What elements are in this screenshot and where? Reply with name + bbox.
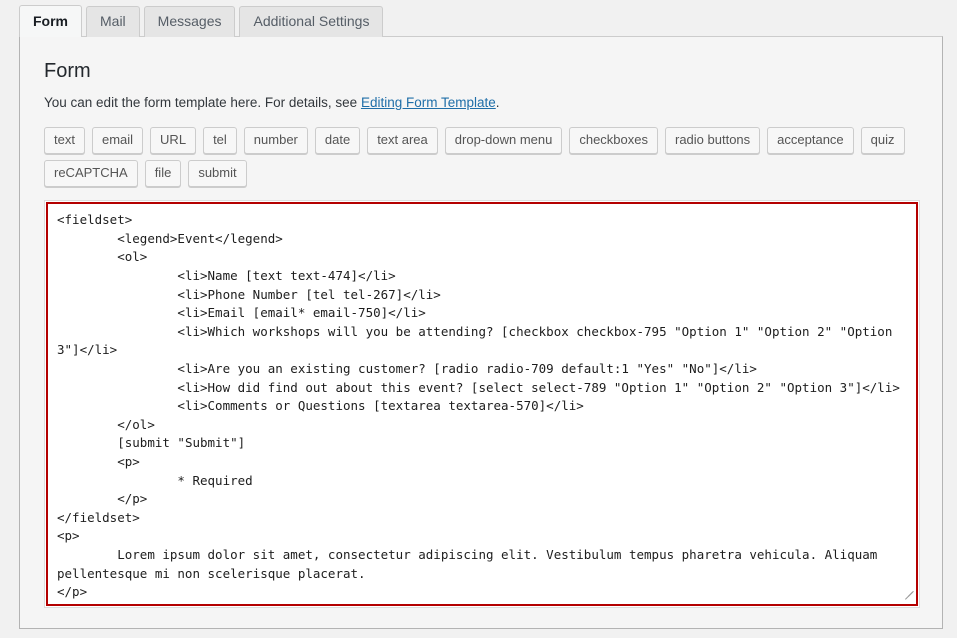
tag-button-email[interactable]: email: [91, 127, 144, 155]
tag-button-quiz[interactable]: quiz: [860, 127, 905, 155]
page-root: Form Mail Messages Additional Settings F…: [0, 0, 957, 638]
form-template-editor-invalid-outline: [46, 202, 918, 607]
tag-button-tel[interactable]: tel: [203, 127, 237, 155]
page-title: Form: [44, 60, 91, 82]
tag-button-file[interactable]: file: [144, 160, 182, 188]
description-text-before: You can edit the form template here. For…: [44, 95, 361, 110]
tab-mail[interactable]: Mail: [86, 6, 140, 37]
tag-button-number[interactable]: number: [243, 127, 308, 155]
tag-button-text-area[interactable]: text area: [367, 127, 438, 155]
form-template-textarea[interactable]: [48, 204, 916, 605]
tag-button-recaptcha[interactable]: reCAPTCHA: [44, 160, 138, 188]
tab-bar: Form Mail Messages Additional Settings: [0, 0, 957, 37]
tag-button-drop-down-menu[interactable]: drop-down menu: [444, 127, 563, 155]
panel-description: You can edit the form template here. For…: [44, 93, 918, 113]
tag-button-date[interactable]: date: [314, 127, 361, 155]
form-panel-body: Form You can edit the form template here…: [20, 37, 942, 609]
tag-button-radio-buttons[interactable]: radio buttons: [665, 127, 761, 155]
editing-form-template-link[interactable]: Editing Form Template: [361, 95, 496, 110]
tag-button-submit[interactable]: submit: [188, 160, 247, 188]
form-panel: Form You can edit the form template here…: [19, 36, 943, 629]
tag-button-checkboxes[interactable]: checkboxes: [569, 127, 658, 155]
tab-messages[interactable]: Messages: [143, 6, 236, 37]
tag-button-url[interactable]: URL: [150, 127, 197, 155]
form-template-editor-wrapper: [44, 200, 920, 609]
form-tag-generator-buttons: text email URL tel number date text area…: [44, 127, 918, 188]
tag-button-text[interactable]: text: [44, 127, 85, 155]
tag-button-acceptance[interactable]: acceptance: [767, 127, 854, 155]
tab-form[interactable]: Form: [19, 5, 82, 37]
tab-additional-settings[interactable]: Additional Settings: [239, 6, 384, 37]
description-text-after: .: [495, 95, 500, 110]
